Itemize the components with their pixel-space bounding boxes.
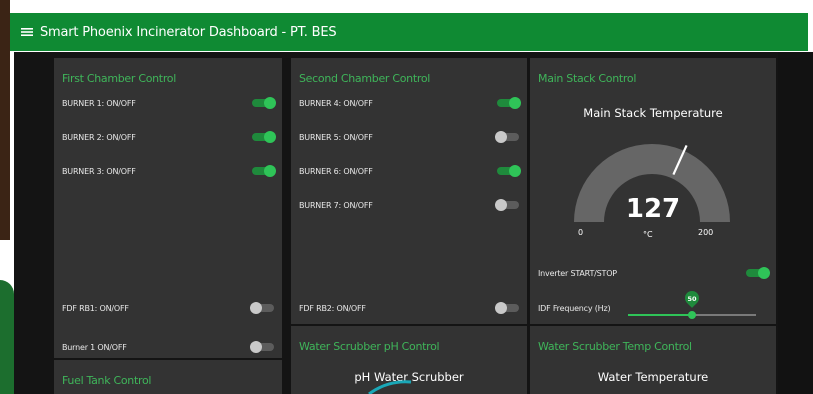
water-ph-card: Water Scrubber pH Control pH Water Scrub…	[291, 326, 527, 394]
water-temp-card: Water Scrubber Temp Control Water Temper…	[530, 326, 776, 394]
control-row: BURNER 4: ON/OFF	[299, 96, 521, 110]
control-label: Burner 1 ON/OFF	[62, 342, 127, 352]
background-photo-left	[0, 0, 10, 240]
gauge-unit: °C	[643, 230, 653, 239]
fuel-tank-card: Fuel Tank Control	[54, 360, 282, 394]
toggle-knob	[250, 302, 262, 314]
burner-3-toggle[interactable]	[252, 165, 276, 177]
toggle-knob	[758, 267, 770, 279]
control-row: FDF RB2: ON/OFF	[299, 301, 519, 315]
first-chamber-card: First Chamber Control BURNER 1: ON/OFF B…	[54, 58, 282, 358]
burner-7-toggle[interactable]	[495, 199, 519, 211]
temperature-gauge	[574, 144, 730, 222]
top-toolbar: Smart Phoenix Incinerator Dashboard - PT…	[10, 13, 808, 51]
burner-4-toggle[interactable]	[497, 97, 521, 109]
dashboard-canvas: First Chamber Control BURNER 1: ON/OFF B…	[14, 52, 778, 394]
gauge-max-label: 200	[698, 228, 714, 237]
control-row: FDF RB1: ON/OFF	[62, 301, 274, 315]
control-row: BURNER 5: ON/OFF	[299, 130, 519, 144]
toggle-knob	[264, 165, 276, 177]
burner-6-toggle[interactable]	[497, 165, 521, 177]
control-label: BURNER 3: ON/OFF	[62, 166, 136, 176]
control-label: Inverter START/STOP	[538, 268, 617, 278]
burner-5-toggle[interactable]	[495, 131, 519, 143]
control-label: BURNER 7: ON/OFF	[299, 200, 373, 210]
control-row: BURNER 6: ON/OFF	[299, 164, 521, 178]
control-label: BURNER 4: ON/OFF	[299, 98, 373, 108]
card-title: First Chamber Control	[62, 72, 176, 85]
background-photo-right	[778, 52, 813, 394]
main-stack-card: Main Stack Control Main Stack Temperatur…	[530, 58, 776, 324]
control-row: Burner 1 ON/OFF	[62, 340, 274, 354]
control-row: Inverter START/STOP	[538, 266, 770, 280]
slider-fill	[628, 314, 692, 316]
control-row: BURNER 7: ON/OFF	[299, 198, 519, 212]
card-title: Water Scrubber Temp Control	[538, 340, 692, 353]
control-label: BURNER 6: ON/OFF	[299, 166, 373, 176]
slider-thumb[interactable]	[688, 311, 696, 319]
control-row: IDF Frequency (Hz)	[538, 301, 768, 315]
toggle-knob	[495, 199, 507, 211]
toggle-knob	[509, 97, 521, 109]
toggle-knob	[495, 131, 507, 143]
burner-1-secondary-toggle[interactable]	[250, 341, 274, 353]
control-label: BURNER 5: ON/OFF	[299, 132, 373, 142]
slider-value-label: 50	[687, 295, 697, 303]
card-title: Second Chamber Control	[299, 72, 431, 85]
toggle-knob	[250, 341, 262, 353]
control-label: IDF Frequency (Hz)	[538, 303, 611, 313]
card-title: Fuel Tank Control	[62, 374, 152, 387]
second-chamber-card: Second Chamber Control BURNER 4: ON/OFF …	[291, 58, 527, 324]
control-label: BURNER 1: ON/OFF	[62, 98, 136, 108]
toggle-knob	[495, 302, 507, 314]
control-label: BURNER 2: ON/OFF	[62, 132, 136, 142]
control-row: BURNER 1: ON/OFF	[62, 96, 276, 110]
control-row: BURNER 2: ON/OFF	[62, 130, 276, 144]
gauge-value: 127	[625, 194, 681, 224]
toggle-knob	[509, 165, 521, 177]
background-photo-bottom	[0, 280, 14, 394]
fdf-rb2-toggle[interactable]	[495, 302, 519, 314]
toggle-knob	[264, 97, 276, 109]
water-temp-gauge-title: Water Temperature	[597, 370, 709, 384]
dashboard-title: Smart Phoenix Incinerator Dashboard - PT…	[40, 24, 337, 40]
control-label: FDF RB2: ON/OFF	[299, 303, 366, 313]
burner-2-toggle[interactable]	[252, 131, 276, 143]
menu-icon[interactable]	[14, 27, 40, 37]
ph-gauge-arc	[368, 380, 412, 394]
control-row: BURNER 3: ON/OFF	[62, 164, 276, 178]
toggle-knob	[264, 131, 276, 143]
inverter-toggle[interactable]	[746, 267, 770, 279]
gauge-min-label: 0	[578, 228, 584, 237]
burner-1-toggle[interactable]	[252, 97, 276, 109]
fdf-rb1-toggle[interactable]	[250, 302, 274, 314]
control-label: FDF RB1: ON/OFF	[62, 303, 129, 313]
